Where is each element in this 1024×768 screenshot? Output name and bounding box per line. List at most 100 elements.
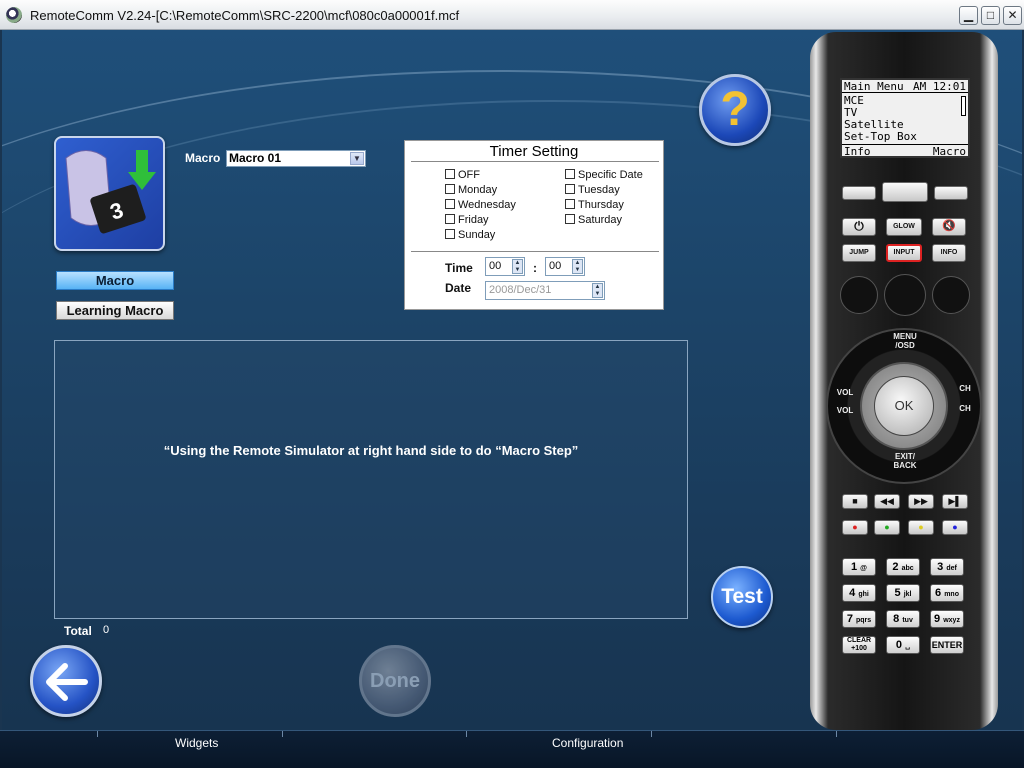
maximize-button[interactable]: □ bbox=[981, 6, 1000, 25]
lcd-footer: Info Macro bbox=[842, 144, 968, 158]
ok-button[interactable]: OK bbox=[874, 376, 934, 436]
checkbox-thursday[interactable]: Thursday bbox=[565, 199, 624, 211]
fast-forward-button[interactable]: ▶▶ bbox=[908, 494, 934, 509]
menu-osd-button[interactable]: MENU /OSD bbox=[888, 332, 922, 350]
volume-up-button[interactable]: VOL bbox=[834, 388, 856, 397]
macro-select-value: Macro 01 bbox=[229, 151, 282, 165]
checkbox-specific-date[interactable]: Specific Date bbox=[565, 169, 643, 181]
macro-logo: 3 bbox=[54, 136, 165, 251]
blue-button[interactable]: ● bbox=[942, 520, 968, 535]
num-key-4[interactable]: 4 ghi bbox=[842, 584, 876, 602]
macro-steps-panel: “Using the Remote Simulator at right han… bbox=[54, 340, 688, 619]
power-button[interactable]: ⏻ bbox=[842, 218, 876, 236]
num-key-0[interactable]: 0 ␣ bbox=[886, 636, 920, 654]
window-title: RemoteComm V2.24-[C:\RemoteComm\SRC-2200… bbox=[30, 8, 460, 23]
spinner-arrows-icon[interactable]: ▲ ▼ bbox=[572, 259, 583, 274]
input-button[interactable]: INPUT bbox=[886, 244, 922, 262]
tab-configuration[interactable]: Configuration bbox=[552, 736, 623, 750]
macro-select-label: Macro bbox=[185, 151, 221, 165]
remote-simulator: Main Menu AM 12:01 MCE TV Satellite Set-… bbox=[810, 32, 998, 730]
time-colon: : bbox=[533, 261, 537, 275]
num-key-9[interactable]: 9 wxyz bbox=[930, 610, 964, 628]
green-button[interactable]: ● bbox=[874, 520, 900, 535]
yellow-button[interactable]: ● bbox=[908, 520, 934, 535]
divider bbox=[836, 731, 837, 737]
checkbox-off[interactable]: OFF bbox=[445, 169, 480, 181]
jump-button[interactable]: JUMP bbox=[842, 244, 876, 262]
macro-select[interactable]: Macro 01 ▼ bbox=[226, 150, 366, 167]
close-button[interactable]: ✕ bbox=[1003, 6, 1022, 25]
stop-icon: ■ bbox=[852, 496, 858, 506]
spinner-arrows-icon[interactable]: ▲ ▼ bbox=[592, 283, 603, 298]
mute-button[interactable]: 🔇 bbox=[932, 218, 966, 236]
back-button[interactable] bbox=[30, 645, 102, 717]
num-key-1[interactable]: 1 @ bbox=[842, 558, 876, 576]
center-round-button[interactable] bbox=[884, 274, 926, 316]
mouse-right-button[interactable] bbox=[932, 276, 970, 314]
num-key-2[interactable]: 2 abc bbox=[886, 558, 920, 576]
channel-up-button[interactable]: CH bbox=[954, 384, 976, 393]
soft-key-left[interactable] bbox=[842, 186, 876, 200]
title-bar: RemoteComm V2.24-[C:\RemoteComm\SRC-2200… bbox=[0, 0, 1024, 30]
lcd-header: Main Menu AM 12:01 bbox=[842, 80, 968, 93]
date-picker[interactable]: 2008/Dec/31 ▲ ▼ bbox=[485, 281, 605, 300]
divider bbox=[411, 251, 659, 252]
clear-button[interactable]: CLEAR +100 bbox=[842, 636, 876, 654]
chevron-down-icon[interactable]: ▼ bbox=[350, 152, 364, 165]
soft-key-right[interactable] bbox=[934, 186, 968, 200]
mouse-left-button[interactable] bbox=[840, 276, 878, 314]
checkbox-wednesday[interactable]: Wednesday bbox=[445, 199, 516, 211]
timer-title: Timer Setting bbox=[489, 143, 579, 160]
power-icon: ⏻ bbox=[854, 219, 864, 233]
remote-lcd-screen: Main Menu AM 12:01 MCE TV Satellite Set-… bbox=[840, 78, 970, 158]
stop-button[interactable]: ■ bbox=[842, 494, 868, 509]
main-area: 3 Macro Learning Macro Macro Macro 01 ▼ … bbox=[2, 30, 1022, 730]
macro-steps-message: “Using the Remote Simulator at right han… bbox=[163, 443, 579, 458]
test-button[interactable]: Test bbox=[711, 566, 773, 628]
minute-spinner[interactable]: 00 ▲ ▼ bbox=[545, 257, 585, 276]
exit-back-button[interactable]: EXIT/ BACK bbox=[888, 452, 922, 470]
volume-down-button[interactable]: VOL bbox=[834, 406, 856, 415]
rewind-icon: ◀◀ bbox=[880, 496, 894, 506]
minimize-button[interactable]: ▁ bbox=[959, 6, 978, 25]
rewind-button[interactable]: ◀◀ bbox=[874, 494, 900, 509]
hour-spinner[interactable]: 00 ▲ ▼ bbox=[485, 257, 525, 276]
app-icon bbox=[6, 7, 22, 23]
info-button[interactable]: INFO bbox=[932, 244, 966, 262]
spinner-arrows-icon[interactable]: ▲ ▼ bbox=[512, 259, 523, 274]
divider bbox=[97, 731, 98, 737]
checkbox-tuesday[interactable]: Tuesday bbox=[565, 184, 620, 196]
time-label: Time bbox=[445, 261, 473, 275]
channel-down-button[interactable]: CH bbox=[954, 404, 976, 413]
skip-next-button[interactable]: ▶▌ bbox=[942, 494, 968, 509]
num-key-7[interactable]: 7 pqrs bbox=[842, 610, 876, 628]
checkbox-sunday[interactable]: Sunday bbox=[445, 229, 495, 241]
num-key-5[interactable]: 5 jkl bbox=[886, 584, 920, 602]
divider bbox=[651, 731, 652, 737]
checkbox-monday[interactable]: Monday bbox=[445, 184, 497, 196]
glow-button[interactable]: GLOW bbox=[886, 218, 922, 236]
num-key-3[interactable]: 3 def bbox=[930, 558, 964, 576]
checkbox-friday[interactable]: Friday bbox=[445, 214, 489, 226]
macro-tab-button[interactable]: Macro bbox=[56, 271, 174, 290]
checkbox-saturday[interactable]: Saturday bbox=[565, 214, 622, 226]
tab-widgets[interactable]: Widgets bbox=[175, 736, 218, 750]
soft-key-center[interactable] bbox=[882, 182, 928, 202]
total-label: Total bbox=[64, 624, 92, 638]
num-key-8[interactable]: 8 tuv bbox=[886, 610, 920, 628]
bottom-tab-bar: Widgets Configuration bbox=[0, 730, 1024, 768]
learning-macro-tab-button[interactable]: Learning Macro bbox=[56, 301, 174, 320]
skip-next-icon: ▶▌ bbox=[948, 496, 962, 506]
enter-button[interactable]: ENTER bbox=[930, 636, 964, 654]
done-button[interactable]: Done bbox=[359, 645, 431, 717]
timer-setting-panel: Timer Setting OFF Monday Wednesday Frida… bbox=[404, 140, 664, 310]
arrow-left-icon bbox=[46, 663, 88, 701]
date-label: Date bbox=[445, 281, 472, 295]
lcd-scrollbar bbox=[961, 96, 966, 116]
help-button[interactable]: ? bbox=[699, 74, 771, 146]
speaker-mute-icon: 🔇 bbox=[942, 220, 956, 232]
red-button[interactable]: ● bbox=[842, 520, 868, 535]
lcd-item[interactable]: Set-Top Box bbox=[842, 130, 968, 143]
num-key-6[interactable]: 6 mno bbox=[930, 584, 964, 602]
fast-forward-icon: ▶▶ bbox=[914, 496, 928, 506]
